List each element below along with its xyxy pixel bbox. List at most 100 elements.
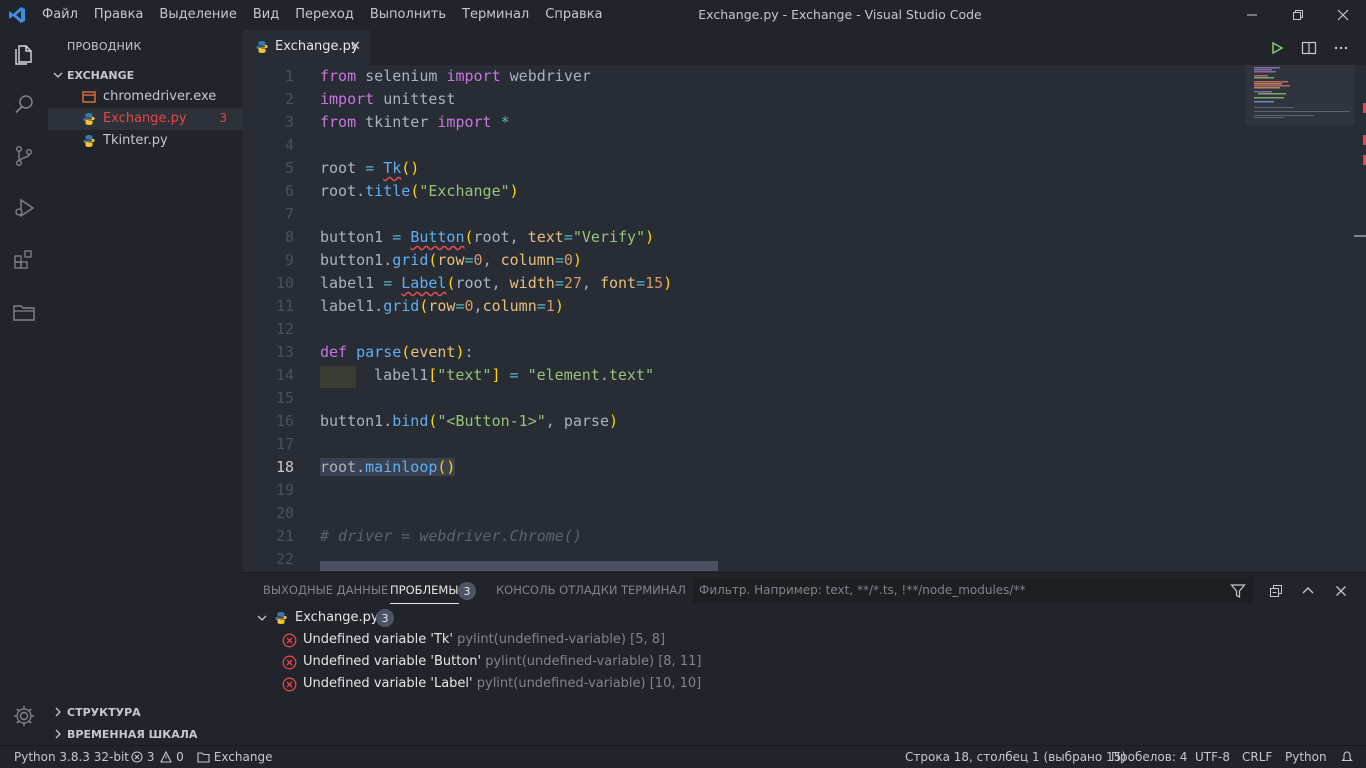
code-editor[interactable]: 1 from selenium import webdriver 2 import … bbox=[243, 65, 1366, 572]
line-number: 9 bbox=[284, 251, 294, 269]
menu-edit[interactable]: Правка bbox=[86, 0, 151, 30]
folder-header[interactable]: EXCHANGE bbox=[48, 64, 243, 86]
code-line: 12 bbox=[243, 318, 1243, 341]
vscode-logo-icon bbox=[9, 7, 25, 23]
problem-message: Undefined variable 'Tk' bbox=[303, 632, 454, 647]
line-number: 22 bbox=[275, 550, 294, 568]
timeline-section-header[interactable]: ВРЕМЕННАЯ ШКАЛА bbox=[48, 723, 243, 745]
filter-button[interactable] bbox=[1228, 581, 1248, 601]
line-number: 5 bbox=[284, 159, 294, 177]
code-line: 14 label1["text"] = "element.text" bbox=[243, 364, 1243, 388]
error-count-badge: 3 bbox=[219, 111, 227, 125]
close-panel-button[interactable] bbox=[1331, 581, 1351, 601]
split-editor-button[interactable] bbox=[1297, 36, 1321, 60]
problem-message: Undefined variable 'Label' bbox=[303, 676, 473, 691]
menu-selection[interactable]: Выделение bbox=[151, 0, 244, 30]
tab-debug-console[interactable]: КОНСОЛЬ ОТЛАДКИ bbox=[496, 583, 617, 597]
notifications-button[interactable] bbox=[1340, 750, 1354, 767]
tab-label: Exchange.py bbox=[275, 39, 359, 54]
menu-view[interactable]: Вид bbox=[245, 0, 287, 30]
code-text: def parse(event): bbox=[320, 343, 474, 361]
activity-extensions[interactable] bbox=[0, 236, 48, 284]
warning-icon bbox=[160, 750, 173, 763]
bottom-panel: ВЫХОДНЫЕ ДАННЫЕ ПРОБЛЕМЫ 3 КОНСОЛЬ ОТЛАД… bbox=[243, 572, 1366, 745]
activity-source-control[interactable] bbox=[0, 132, 48, 180]
python-icon bbox=[83, 135, 95, 147]
search-icon bbox=[15, 95, 33, 114]
activity-manage[interactable] bbox=[0, 692, 48, 740]
outline-label: СТРУКТУРА bbox=[67, 705, 141, 719]
problems-file-count: 3 bbox=[376, 609, 394, 627]
code-line: 8 button1 = Button(root, text="Verify") bbox=[243, 226, 1243, 249]
problem-position: [8, 11] bbox=[658, 654, 702, 669]
close-icon bbox=[1336, 586, 1346, 596]
file-item-exchange[interactable]: Exchange.py 3 bbox=[48, 108, 243, 130]
error-icon bbox=[282, 677, 297, 692]
minimap[interactable] bbox=[1246, 65, 1354, 572]
line-number: 16 bbox=[275, 412, 294, 430]
tab-output[interactable]: ВЫХОДНЫЕ ДАННЫЕ bbox=[263, 583, 388, 597]
problems-summary[interactable]: 3 0 bbox=[131, 750, 184, 764]
menu-terminal[interactable]: Терминал bbox=[454, 0, 537, 30]
menu-file[interactable]: Файл bbox=[34, 0, 86, 30]
cursor-position[interactable]: Строка 18, столбец 1 (выбрано 15) bbox=[905, 750, 1126, 764]
code-text: from selenium import webdriver bbox=[320, 67, 591, 85]
file-item-chromedriver[interactable]: chromedriver.exe bbox=[48, 86, 243, 108]
problem-item[interactable]: Undefined variable 'Tk' pylint(undefined… bbox=[243, 629, 1366, 651]
menu-go[interactable]: Переход bbox=[287, 0, 362, 30]
horizontal-scrollbar[interactable] bbox=[320, 561, 718, 571]
vertical-scrollbar[interactable] bbox=[1354, 65, 1366, 572]
line-number: 4 bbox=[284, 136, 294, 154]
indentation[interactable]: Пробелов: 4 bbox=[1111, 750, 1187, 764]
activity-run-debug[interactable] bbox=[0, 184, 48, 232]
tab-exchange-py[interactable]: Exchange.py ✕ bbox=[243, 30, 370, 65]
menu-run[interactable]: Выполнить bbox=[362, 0, 454, 30]
language-mode[interactable]: Python bbox=[1285, 750, 1327, 764]
error-icon bbox=[282, 633, 297, 648]
line-number: 19 bbox=[275, 481, 294, 499]
activity-explorer[interactable] bbox=[0, 30, 48, 78]
menu-help[interactable]: Справка bbox=[537, 0, 610, 30]
line-ending[interactable]: CRLF bbox=[1242, 750, 1272, 764]
error-icon bbox=[282, 655, 297, 670]
tab-problems[interactable]: ПРОБЛЕМЫ bbox=[390, 583, 459, 604]
file-name: Tkinter.py bbox=[103, 133, 168, 148]
editor-tabs: Exchange.py ✕ bbox=[243, 30, 1366, 65]
minimize-button[interactable] bbox=[1229, 0, 1275, 30]
code-text: import unittest bbox=[320, 90, 456, 108]
exe-file-icon bbox=[82, 91, 96, 103]
activity-search[interactable] bbox=[0, 80, 48, 128]
line-number: 2 bbox=[284, 90, 294, 108]
restore-button[interactable] bbox=[1275, 0, 1321, 30]
tab-terminal[interactable]: ТЕРМИНАЛ bbox=[621, 583, 686, 597]
problems-filter-input[interactable] bbox=[693, 577, 1253, 603]
collapse-all-button[interactable] bbox=[1266, 581, 1286, 601]
problem-message: Undefined variable 'Button' bbox=[303, 654, 482, 669]
workspace-folder[interactable]: Exchange bbox=[197, 750, 272, 764]
run-button[interactable] bbox=[1265, 36, 1289, 60]
file-item-tkinter[interactable]: Tkinter.py bbox=[48, 130, 243, 152]
code-line: 13 def parse(event): bbox=[243, 341, 1243, 364]
split-editor-icon bbox=[1301, 41, 1317, 55]
more-actions-button[interactable] bbox=[1329, 36, 1353, 60]
code-line: 18 root.mainloop() bbox=[243, 456, 1243, 479]
restore-icon bbox=[1293, 10, 1303, 20]
encoding[interactable]: UTF-8 bbox=[1195, 750, 1230, 764]
gear-icon bbox=[14, 706, 34, 726]
activity-folders[interactable] bbox=[0, 288, 48, 336]
problem-item[interactable]: Undefined variable 'Label' pylint(undefi… bbox=[243, 673, 1366, 695]
code-line: 1 from selenium import webdriver bbox=[243, 65, 1243, 88]
workspace-folder-name: Exchange bbox=[213, 750, 273, 764]
code-line: 11 label1.grid(row=0,column=1) bbox=[243, 295, 1243, 318]
minimize-icon bbox=[1247, 14, 1257, 16]
python-interpreter[interactable]: Python 3.8.3 32-bit bbox=[14, 750, 129, 764]
code-text: from tkinter import * bbox=[320, 113, 510, 131]
outline-section-header[interactable]: СТРУКТУРА bbox=[48, 701, 243, 723]
tab-close-icon[interactable]: ✕ bbox=[350, 39, 361, 54]
maximize-panel-button[interactable] bbox=[1298, 581, 1318, 601]
python-icon bbox=[256, 41, 268, 53]
file-name: chromedriver.exe bbox=[103, 89, 217, 104]
problems-file-row[interactable]: Exchange.py 3 bbox=[243, 607, 1366, 629]
problem-item[interactable]: Undefined variable 'Button' pylint(undef… bbox=[243, 651, 1366, 673]
close-window-button[interactable] bbox=[1320, 0, 1366, 30]
